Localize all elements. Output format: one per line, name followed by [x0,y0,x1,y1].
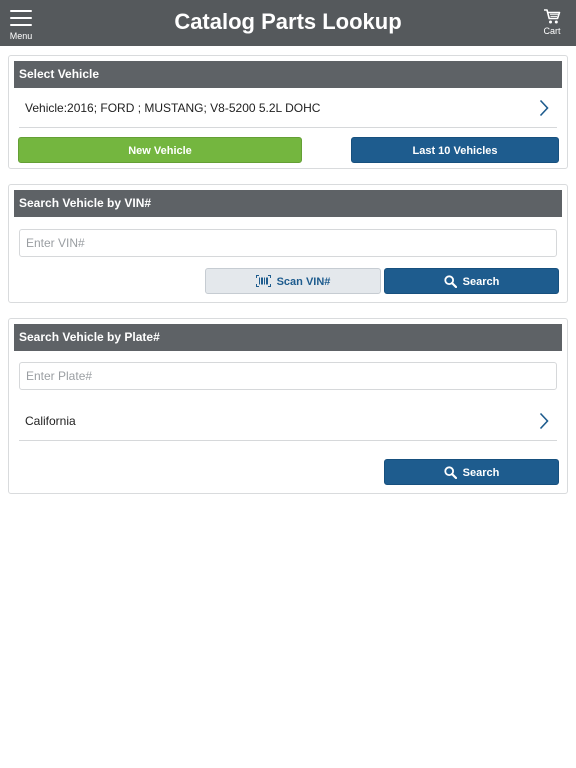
search-icon [444,465,457,479]
state-value: California [25,414,76,428]
barcode-icon [255,275,271,288]
menu-button[interactable]: Menu [8,8,34,41]
plate-input[interactable] [19,362,557,390]
chevron-right-icon [539,412,549,430]
plate-search-label: Search [462,467,500,479]
scan-vin-label: Scan VIN# [276,276,331,288]
last-10-vehicles-button[interactable]: Last 10 Vehicles [351,137,559,163]
vin-input[interactable] [19,229,557,257]
new-vehicle-button[interactable]: New Vehicle [18,137,302,163]
menu-label: Menu [9,31,33,41]
vin-search-label: Search [462,276,500,288]
selected-vehicle-text: Vehicle:2016; FORD ; MUSTANG; V8-5200 5.… [25,101,321,115]
chevron-right-icon [539,99,549,117]
select-vehicle-heading: Select Vehicle [14,61,562,88]
plate-search-heading: Search Vehicle by Plate# [14,324,562,351]
cart-label: Cart [543,26,561,36]
page-title: Catalog Parts Lookup [174,9,402,34]
vin-search-card: Search Vehicle by VIN# Scan VIN# Search [8,184,568,303]
top-bar: Menu Catalog Parts Lookup Cart [0,0,576,46]
search-icon [444,274,457,288]
menu-icon [10,10,32,26]
state-select-row[interactable]: California [19,401,557,441]
vin-search-heading: Search Vehicle by VIN# [14,190,562,217]
cart-button[interactable]: Cart [538,8,566,40]
select-vehicle-card: Select Vehicle Vehicle:2016; FORD ; MUST… [8,55,568,169]
selected-vehicle-row[interactable]: Vehicle:2016; FORD ; MUSTANG; V8-5200 5.… [19,88,557,128]
vin-search-button[interactable]: Search [384,268,559,294]
plate-search-card: Search Vehicle by Plate# California Sear… [8,318,568,494]
scan-vin-button[interactable]: Scan VIN# [205,268,381,294]
plate-search-button[interactable]: Search [384,459,559,485]
cart-icon [544,9,561,24]
